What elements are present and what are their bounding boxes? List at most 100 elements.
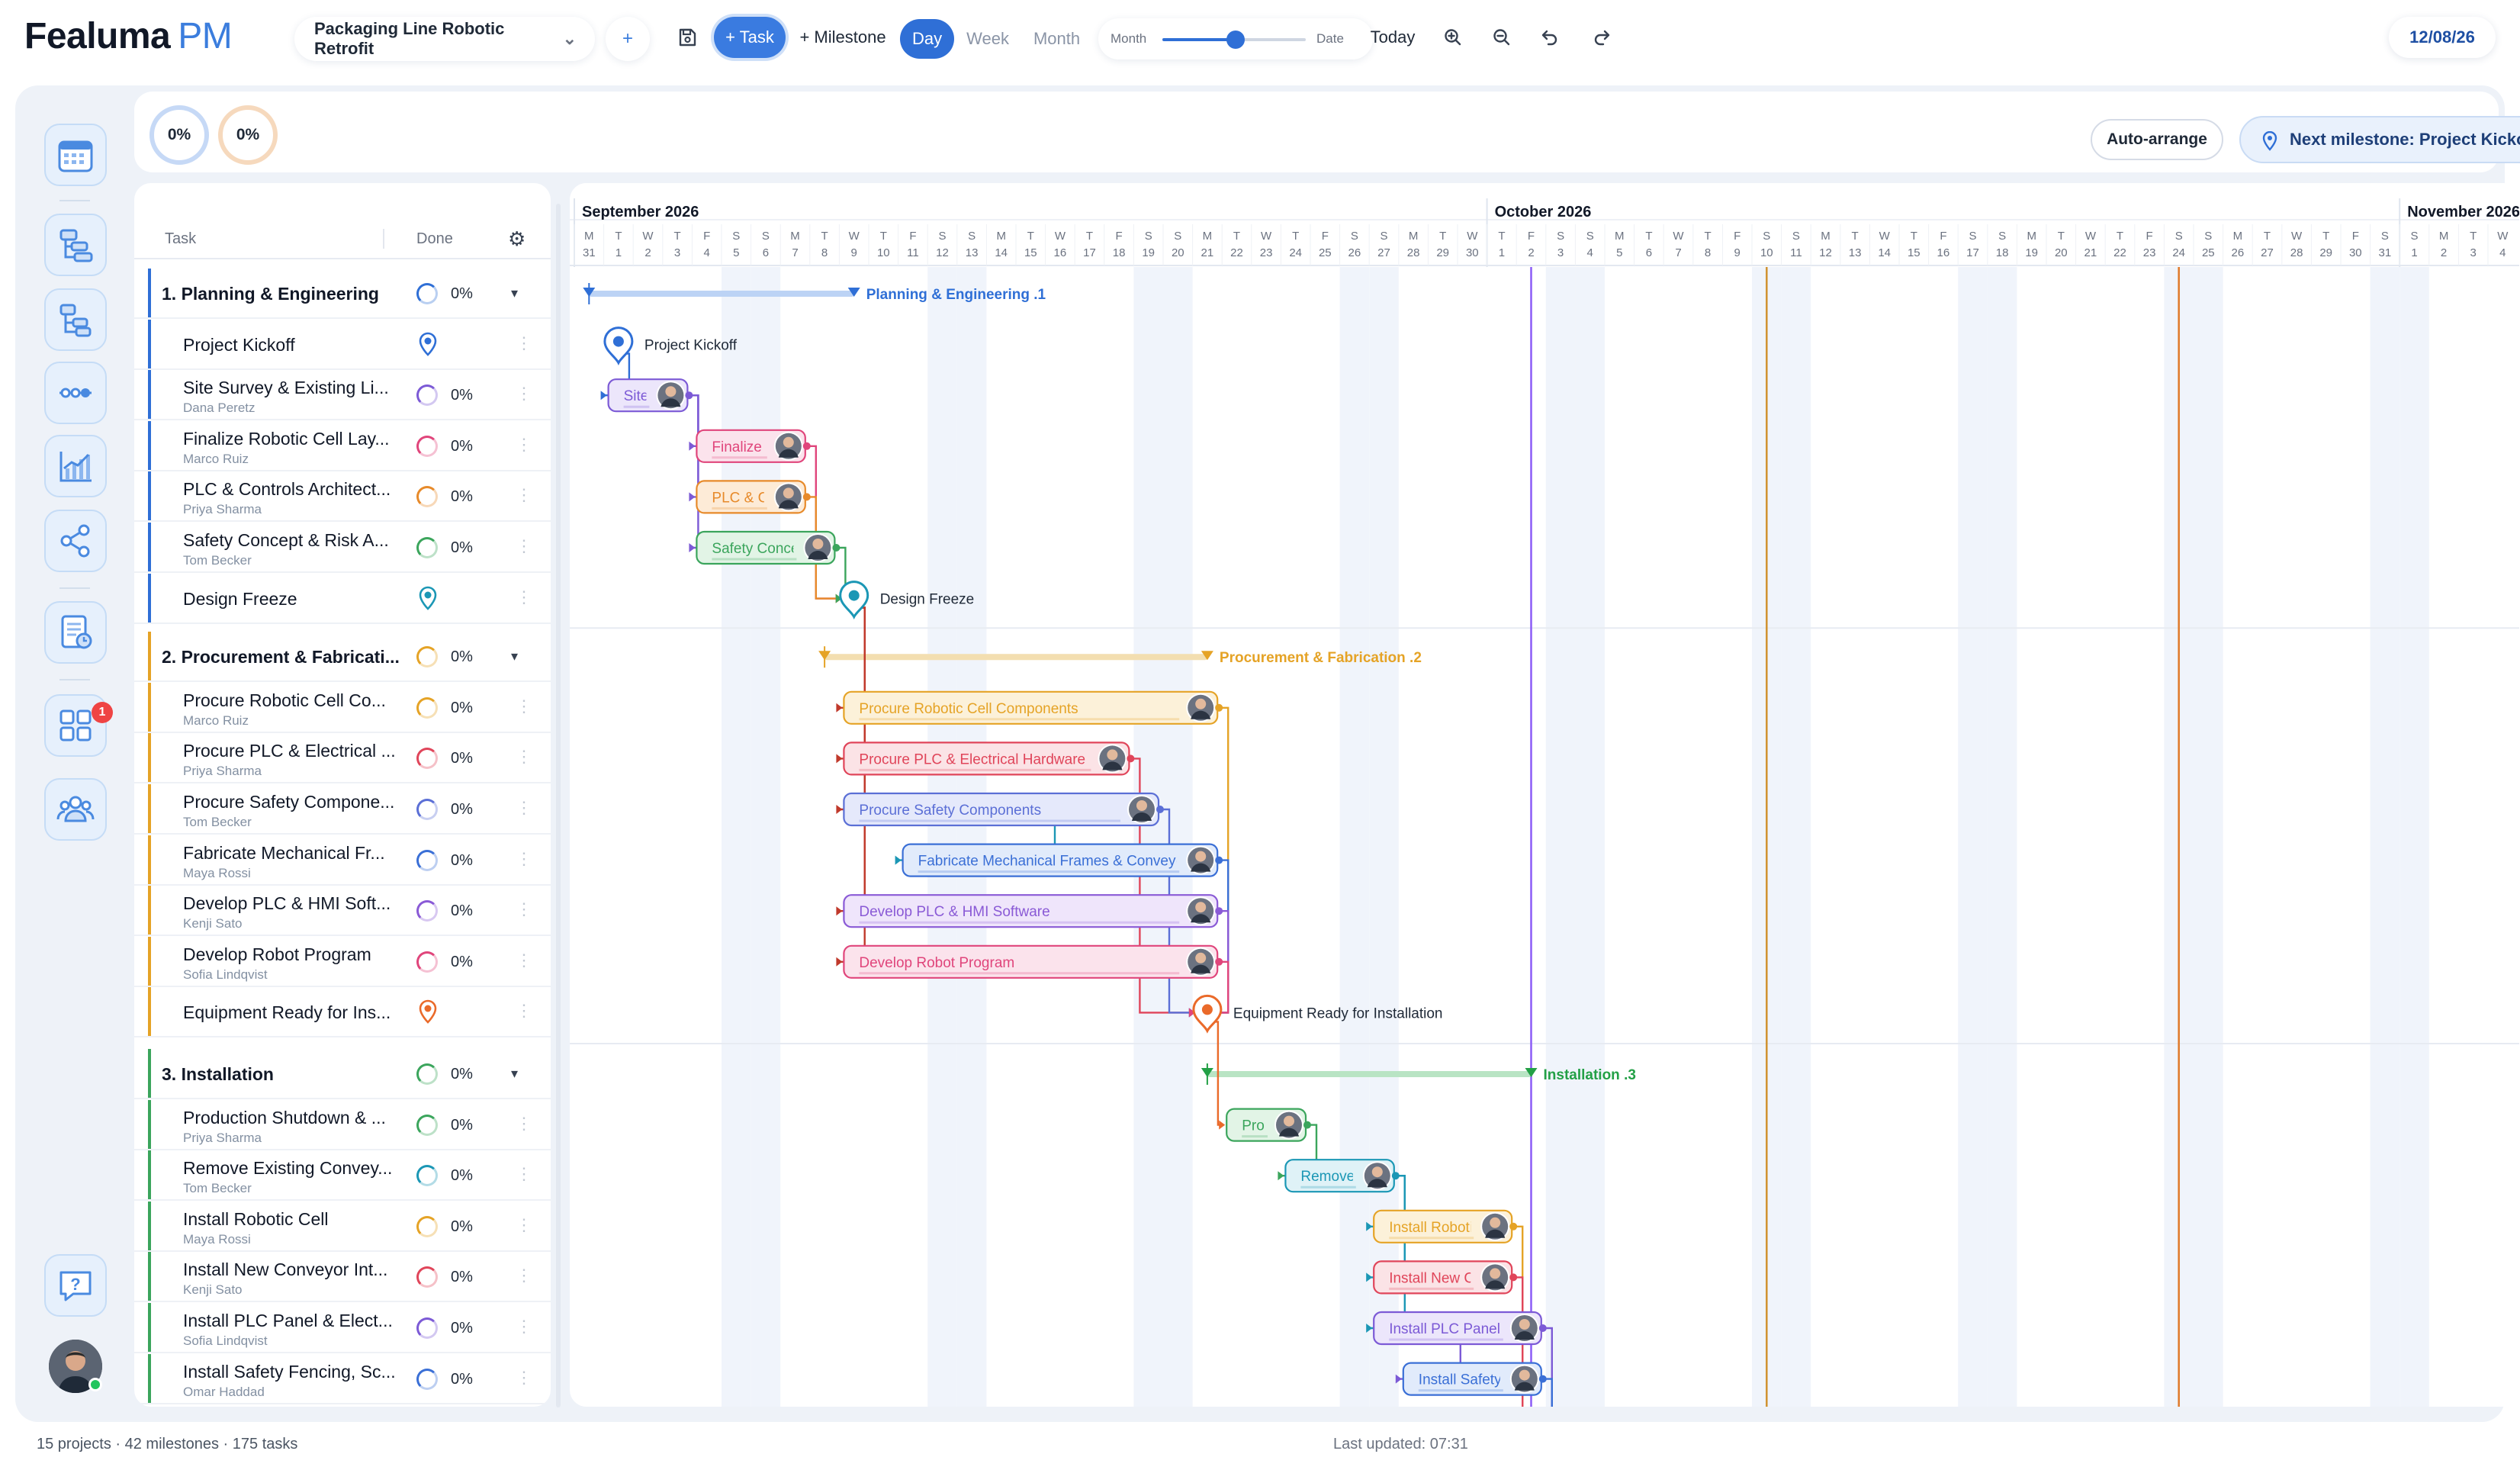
calendar-icon[interactable] [44, 124, 107, 186]
help-icon[interactable]: ? [44, 1254, 107, 1317]
task-bar[interactable]: Develop Robot Program [843, 944, 1223, 979]
row-menu-icon[interactable]: ⋮ [516, 1164, 532, 1184]
zoom-in-icon[interactable] [1432, 17, 1474, 58]
dependency-handle[interactable] [1127, 754, 1135, 763]
task-row[interactable]: Install PLC Panel & Elect... Sofia Lindqv… [134, 1303, 551, 1353]
row-menu-icon[interactable]: ⋮ [516, 536, 532, 556]
save-icon[interactable] [667, 17, 708, 58]
task-row[interactable]: Procure Robotic Cell Co... Marco Ruiz 0% ⋮ [134, 682, 551, 733]
task-row[interactable]: Install Robotic Cell Maya Rossi 0% ⋮ [134, 1201, 551, 1252]
gear-icon[interactable]: ⚙ [508, 227, 526, 251]
row-menu-icon[interactable]: ⋮ [516, 333, 532, 353]
task-row[interactable]: Develop PLC & HMI Soft... Kenji Sato 0% ⋮ [134, 886, 551, 937]
dependency-handle[interactable] [832, 544, 841, 552]
row-menu-icon[interactable]: ⋮ [516, 1114, 532, 1134]
dependency-handle[interactable] [1156, 806, 1164, 813]
row-menu-icon[interactable]: ⋮ [516, 849, 532, 869]
task-row[interactable]: Production Shutdown & ... Priya Sharma 0% ⋮ [134, 1099, 551, 1150]
task-bar[interactable]: Fabricate Mechanical Frames & Conveyors [902, 843, 1223, 877]
gantt-view-icon[interactable] [44, 214, 107, 276]
timeline-icon[interactable] [44, 362, 107, 424]
reports-icon[interactable] [44, 601, 107, 664]
task-bar[interactable]: Procure PLC & Electrical Hardware [843, 742, 1135, 776]
tree-view-icon[interactable] [44, 288, 107, 351]
task-row[interactable]: Develop Robot Program Sofia Lindqvist 0% ⋮ [134, 936, 551, 987]
collapse-caret-icon[interactable]: ▾ [511, 285, 518, 301]
zoom-slider[interactable]: Month Date [1098, 18, 1373, 60]
milestone-row[interactable]: Equipment Ready for Ins... ⋮ [134, 987, 551, 1038]
dependency-handle[interactable] [1215, 957, 1223, 966]
group-row[interactable]: 2. Procurement & Fabricati... 0% ▾ [134, 632, 551, 683]
task-row[interactable]: Install New Conveyor Int... Kenji Sato 0% ⋮ [134, 1252, 551, 1303]
task-list-scrollbar[interactable] [556, 204, 561, 1407]
task-row[interactable]: Install Safety Fencing, Sc... Omar Haddad… [134, 1353, 551, 1404]
task-bar[interactable]: PLC & Controls Architecture [696, 480, 892, 514]
group-summary-bar[interactable] [1207, 1071, 1532, 1077]
view-month-tab[interactable]: Month [1021, 19, 1092, 59]
row-menu-icon[interactable]: ⋮ [516, 899, 532, 919]
dependency-handle[interactable] [1303, 1121, 1311, 1129]
dependency-handle[interactable] [1538, 1375, 1547, 1383]
task-bar[interactable]: Install New Conveyor [1373, 1260, 1526, 1295]
add-task-button[interactable]: + Task [714, 17, 786, 58]
row-menu-icon[interactable]: ⋮ [516, 1317, 532, 1337]
team-icon[interactable] [44, 778, 107, 841]
dependency-handle[interactable] [1509, 1273, 1518, 1282]
row-menu-icon[interactable]: ⋮ [516, 1368, 532, 1388]
dependency-handle[interactable] [1215, 856, 1223, 864]
task-row[interactable]: Finalize Robotic Cell Lay... Marco Ruiz 0%… [134, 420, 551, 471]
group-row[interactable]: 3. Installation 0% ▾ [134, 1049, 551, 1099]
dependency-handle[interactable] [1509, 1222, 1518, 1230]
dependency-handle[interactable] [1215, 703, 1223, 712]
task-bar[interactable]: Safety Concept & Risk Assessment [696, 530, 940, 565]
undo-icon[interactable] [1528, 17, 1570, 58]
dependency-handle[interactable] [1538, 1324, 1547, 1332]
dependency-handle[interactable] [1215, 907, 1223, 915]
add-project-button[interactable]: + [606, 17, 650, 61]
today-button[interactable]: Today [1358, 17, 1428, 58]
next-milestone-pill[interactable]: Next milestone: Project Kickoff · 20 Day… [2239, 116, 2520, 163]
row-menu-icon[interactable]: ⋮ [516, 1266, 532, 1285]
task-bar[interactable]: Develop PLC & HMI Software [843, 894, 1223, 928]
row-menu-icon[interactable]: ⋮ [516, 1215, 532, 1235]
task-row[interactable]: Remove Existing Convey... Tom Becker 0% ⋮ [134, 1150, 551, 1202]
task-row[interactable]: Procure PLC & Electrical ... Priya Sharma… [134, 733, 551, 784]
add-milestone-button[interactable]: + Milestone [793, 17, 892, 58]
collapse-caret-icon[interactable]: ▾ [511, 1066, 518, 1082]
current-date-button[interactable]: 12/08/26 [2389, 17, 2496, 58]
view-week-tab[interactable]: Week [954, 19, 1021, 59]
dependency-handle[interactable] [685, 391, 693, 400]
collapse-caret-icon[interactable]: ▾ [511, 648, 518, 664]
row-menu-icon[interactable]: ⋮ [516, 435, 532, 455]
task-bar[interactable]: Procure Safety Components [843, 792, 1164, 827]
group-row[interactable]: 1. Planning & Engineering 0% ▾ [134, 269, 551, 319]
zoom-handle[interactable] [1226, 31, 1245, 49]
task-bar[interactable]: Remove Existing Conveyor [1284, 1159, 1476, 1193]
dependency-handle[interactable] [802, 493, 811, 501]
task-bar[interactable]: Procure Robotic Cell Components [843, 690, 1223, 725]
row-menu-icon[interactable]: ⋮ [516, 951, 532, 970]
group-summary-bar[interactable] [824, 654, 1207, 661]
row-menu-icon[interactable]: ⋮ [516, 1001, 532, 1021]
row-menu-icon[interactable]: ⋮ [516, 747, 532, 767]
row-menu-icon[interactable]: ⋮ [516, 587, 532, 607]
task-row[interactable]: Safety Concept & Risk A... Tom Becker 0% ⋮ [134, 523, 551, 573]
dependency-handle[interactable] [802, 442, 811, 450]
analytics-chart-icon[interactable] [44, 435, 107, 497]
auto-arrange-button[interactable]: Auto-arrange [2091, 119, 2223, 160]
redo-icon[interactable] [1582, 17, 1623, 58]
row-menu-icon[interactable]: ⋮ [516, 384, 532, 404]
share-icon[interactable] [44, 510, 107, 572]
task-bar[interactable]: Install Safety Fencing [1402, 1362, 1557, 1396]
task-row[interactable]: Site Survey & Existing Li... Dana Peretz 0… [134, 370, 551, 421]
task-bar[interactable]: Finalize Robotic Cell Layout [696, 429, 892, 463]
row-menu-icon[interactable]: ⋮ [516, 798, 532, 818]
task-row[interactable]: Procure Safety Compone... Tom Becker 0% ⋮ [134, 784, 551, 835]
dependency-handle[interactable] [1391, 1172, 1400, 1180]
task-row[interactable]: Fabricate Mechanical Fr... Maya Rossi 0% ⋮ [134, 835, 551, 886]
project-selector[interactable]: Packaging Line Robotic Retrofit ⌄ [294, 17, 595, 61]
milestone-row[interactable]: Design Freeze ⋮ [134, 573, 551, 624]
milestone-row[interactable]: Project Kickoff ⋮ [134, 319, 551, 370]
task-row[interactable]: PLC & Controls Architect... Priya Sharma 0… [134, 471, 551, 523]
zoom-out-icon[interactable] [1481, 17, 1522, 58]
